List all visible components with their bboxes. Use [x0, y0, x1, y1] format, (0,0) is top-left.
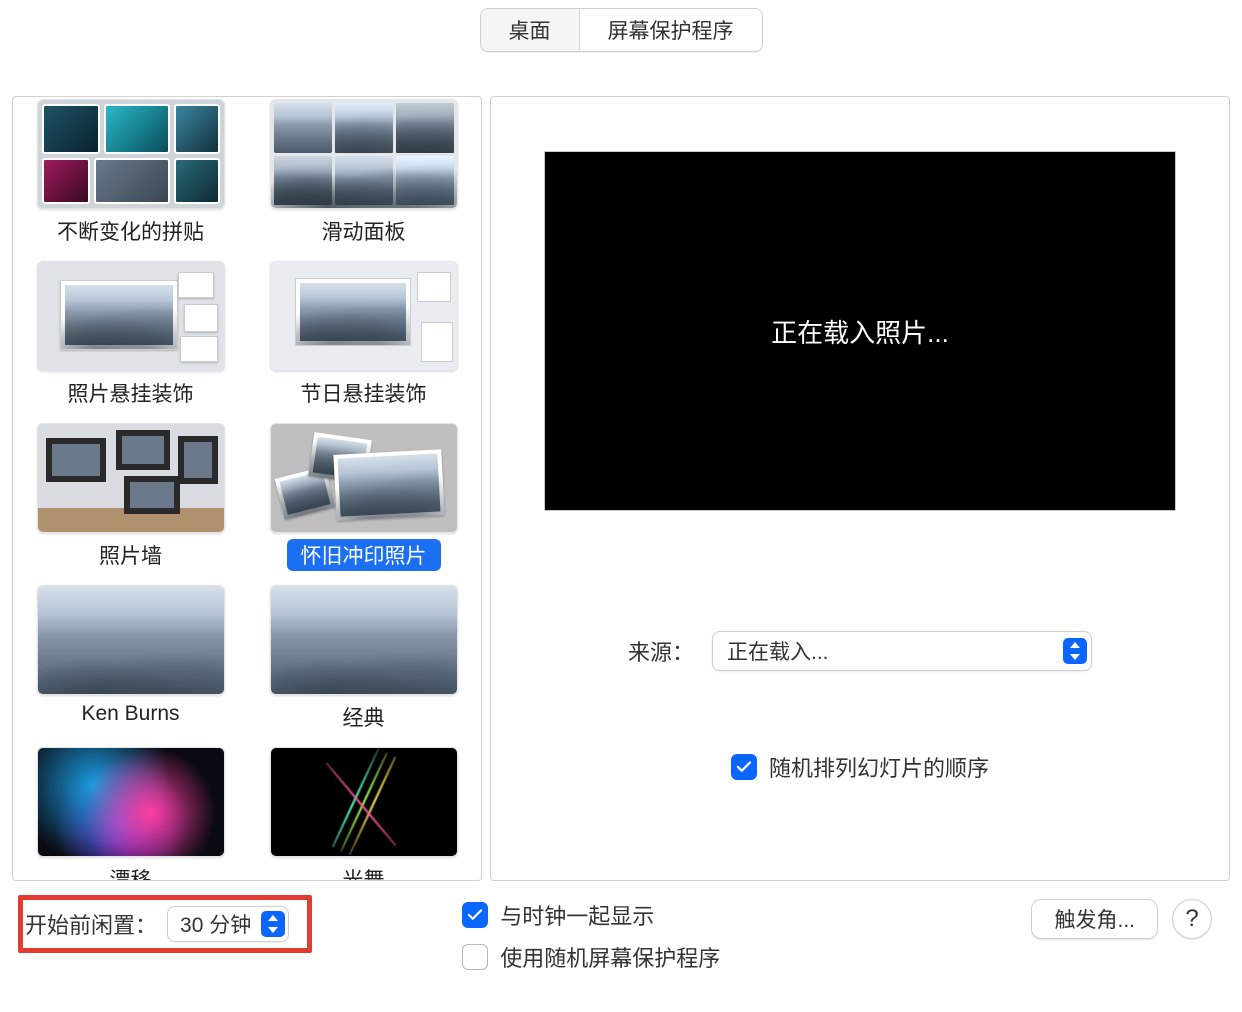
- source-label: 来源：: [628, 635, 694, 667]
- saver-item-classic[interactable]: 经典: [258, 585, 469, 733]
- saver-label: 怀旧冲印照片: [287, 539, 441, 571]
- saver-label: 照片悬挂装饰: [54, 377, 208, 409]
- idle-time-value: 30 分钟: [180, 909, 251, 939]
- saver-thumb: [37, 585, 225, 695]
- shuffle-checkbox[interactable]: [731, 754, 757, 780]
- saver-label: 不断变化的拼贴: [43, 215, 218, 247]
- screensaver-preview: 正在载入照片...: [544, 151, 1176, 511]
- show-clock-label: 与时钟一起显示: [500, 899, 654, 931]
- saver-label: 节日悬挂装饰: [287, 377, 441, 409]
- preview-pane: 正在载入照片... 来源： 正在载入... 随机排列幻灯片的顺序: [490, 96, 1230, 881]
- source-value: 正在载入...: [727, 636, 829, 666]
- saver-item-kenburns[interactable]: Ken Burns: [25, 585, 236, 733]
- saver-item-tiles[interactable]: 不断变化的拼贴: [25, 99, 236, 247]
- saver-label: 滑动面板: [308, 215, 420, 247]
- hot-corners-button[interactable]: 触发角...: [1031, 899, 1158, 939]
- tab-bar: 桌面 屏幕保护程序: [0, 0, 1242, 56]
- saver-thumb: [270, 261, 458, 371]
- saver-thumb: [270, 423, 458, 533]
- screensaver-list[interactable]: 不断变化的拼贴 滑动面板 照片悬挂装饰: [12, 96, 482, 881]
- saver-item-dance[interactable]: 光舞: [258, 747, 469, 881]
- saver-thumb: [37, 99, 225, 209]
- saver-item-holiday[interactable]: 节日悬挂装饰: [258, 261, 469, 409]
- saver-thumb: [37, 423, 225, 533]
- preview-loading-text: 正在载入照片...: [771, 313, 949, 350]
- random-saver-label: 使用随机屏幕保护程序: [500, 941, 720, 973]
- saver-item-vintage[interactable]: 怀旧冲印照片: [258, 423, 469, 571]
- saver-label: 经典: [329, 701, 399, 733]
- saver-thumb: [270, 747, 458, 857]
- saver-thumb: [37, 747, 225, 857]
- check-icon: [735, 758, 753, 776]
- tab-screensaver[interactable]: 屏幕保护程序: [579, 9, 762, 51]
- updown-icon: [261, 911, 285, 937]
- saver-item-wall[interactable]: 照片墙: [25, 423, 236, 571]
- idle-before-start-highlight: 开始前闲置： 30 分钟: [18, 895, 312, 953]
- updown-icon: [1063, 638, 1087, 664]
- idle-label: 开始前闲置：: [25, 908, 157, 940]
- saver-label: 光舞: [329, 863, 399, 881]
- check-icon: [466, 906, 484, 924]
- tab-segmented-control: 桌面 屏幕保护程序: [480, 8, 763, 52]
- tab-desktop[interactable]: 桌面: [481, 9, 579, 51]
- shuffle-label: 随机排列幻灯片的顺序: [769, 751, 989, 783]
- saver-item-mobile[interactable]: 照片悬挂装饰: [25, 261, 236, 409]
- help-button[interactable]: ?: [1172, 899, 1212, 939]
- saver-label: 照片墙: [85, 539, 176, 571]
- saver-label: Ken Burns: [67, 701, 193, 727]
- saver-thumb: [270, 585, 458, 695]
- source-popup[interactable]: 正在载入...: [712, 631, 1092, 671]
- saver-thumb: [270, 99, 458, 209]
- saver-item-drift[interactable]: 漂移: [25, 747, 236, 881]
- show-clock-checkbox[interactable]: [462, 902, 488, 928]
- saver-label: 漂移: [96, 863, 166, 881]
- random-saver-checkbox[interactable]: [462, 944, 488, 970]
- idle-time-popup[interactable]: 30 分钟: [167, 906, 289, 942]
- saver-thumb: [37, 261, 225, 371]
- saver-item-sliding[interactable]: 滑动面板: [258, 99, 469, 247]
